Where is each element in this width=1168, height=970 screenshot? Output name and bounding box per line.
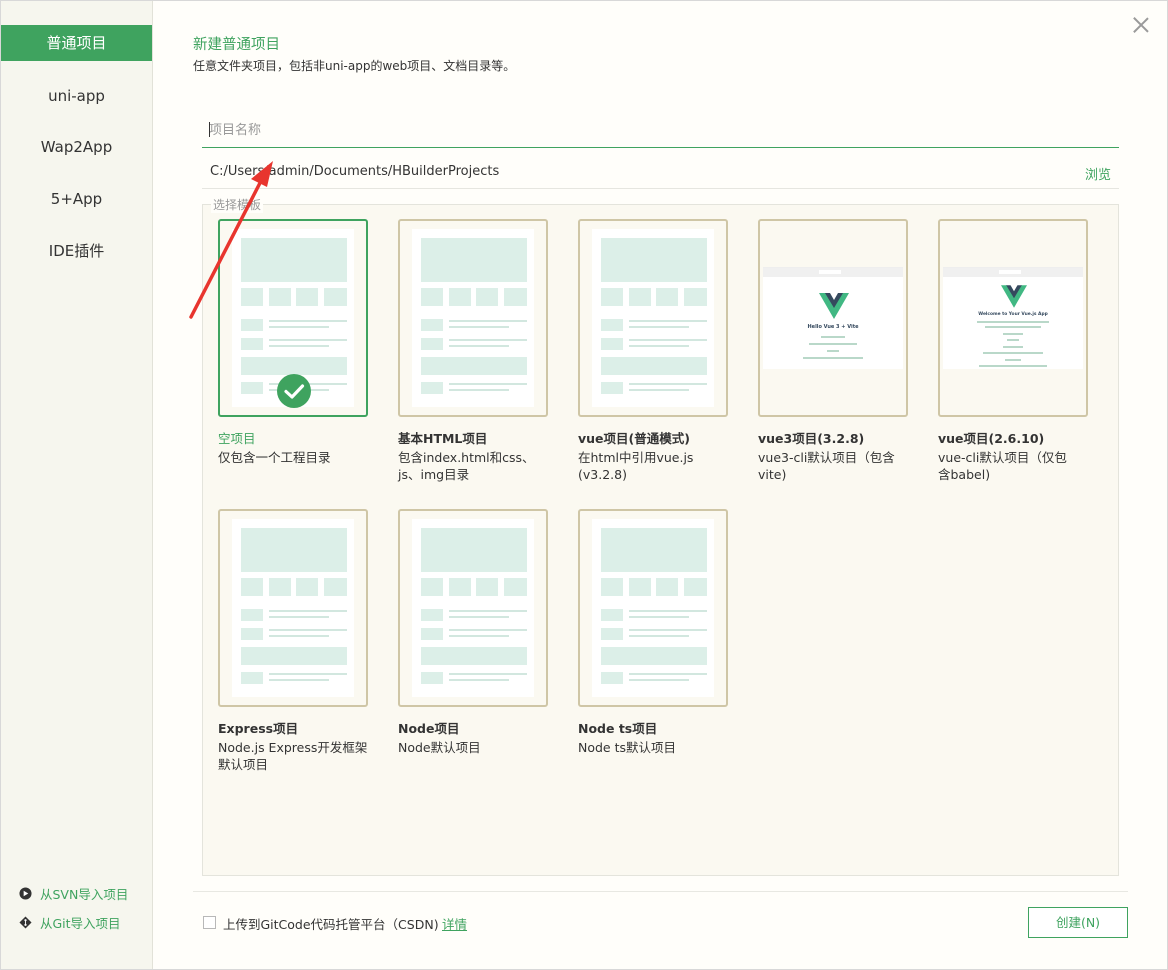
template-thumbnail (218, 509, 368, 707)
template-thumbnail (398, 509, 548, 707)
template-desc: 仅包含一个工程目录 (218, 450, 331, 465)
sidebar-item-wap2app[interactable]: Wap2App (1, 129, 152, 165)
template-title: Node项目 (398, 721, 460, 736)
template-desc: 包含index.html和css、js、img目录 (398, 450, 535, 482)
template-title: 空项目 (218, 431, 256, 446)
template-thumbnail: Hello Vue 3 + Vite (758, 219, 908, 417)
details-link[interactable]: 详情 (442, 914, 467, 933)
template-title: Express项目 (218, 721, 299, 736)
sidebar-item-normal-project[interactable]: 普通项目 (1, 25, 152, 61)
template-title: vue项目(2.6.10) (938, 431, 1045, 446)
selected-check-icon (277, 374, 311, 408)
dialog-title: 新建普通项目 (193, 37, 280, 53)
sidebar-item-5plus-app[interactable]: 5+App (1, 181, 152, 217)
upload-gitcode-label: 上传到GitCode代码托管平台（CSDN) (223, 917, 439, 932)
template-desc: vue-cli默认项目（仅包含babel) (938, 450, 1067, 482)
project-name-input[interactable] (202, 113, 1119, 148)
new-project-dialog: 普通项目 uni-app Wap2App 5+App IDE插件 从SVN导入项… (0, 0, 1168, 970)
template-desc: vue3-cli默认项目（包含vite) (758, 450, 895, 482)
template-thumbnail (398, 219, 548, 417)
dialog-subtitle: 任意文件夹项目，包括非uni-app的web项目、文档目录等。 (193, 59, 516, 73)
sidebar-item-ide-plugin[interactable]: IDE插件 (1, 233, 152, 269)
import-from-git-link[interactable]: 从Git导入项目 (19, 913, 121, 932)
import-svn-label: 从SVN导入项目 (40, 887, 129, 902)
template-thumbnail (578, 219, 728, 417)
vue3-preview-screenshot: Hello Vue 3 + Vite (763, 267, 903, 369)
template-thumbnail (218, 219, 368, 417)
create-button[interactable]: 创建(N) (1028, 907, 1128, 938)
template-desc: 在html中引用vue.js (v3.2.8) (578, 450, 694, 482)
vue-logo-icon (1001, 285, 1027, 308)
template-title: vue项目(普通模式) (578, 431, 690, 446)
template-legend: 选择模板 (211, 196, 264, 213)
import-git-label: 从Git导入项目 (40, 916, 121, 931)
vue-preview-heading: Hello Vue 3 + Vite (807, 324, 859, 330)
close-icon[interactable] (1131, 15, 1151, 35)
project-path-field[interactable]: C:/Users/admin/Documents/HBuilderProject… (202, 156, 1119, 189)
text-caret (209, 122, 210, 137)
template-title: vue3项目(3.2.8) (758, 431, 865, 446)
sidebar: 普通项目 uni-app Wap2App 5+App IDE插件 从SVN导入项… (1, 1, 153, 969)
vue-logo-icon (819, 293, 849, 319)
template-thumbnail: Welcome to Your Vue.js App (938, 219, 1088, 417)
svn-icon (19, 887, 32, 900)
upload-gitcode-checkbox[interactable] (203, 916, 216, 929)
git-icon (19, 916, 32, 929)
import-from-svn-link[interactable]: 从SVN导入项目 (19, 884, 128, 903)
template-desc: Node ts默认项目 (578, 740, 677, 755)
template-title: 基本HTML项目 (398, 431, 488, 446)
sidebar-item-uni-app[interactable]: uni-app (1, 78, 152, 114)
template-desc: Node.js Express开发框架默认项目 (218, 740, 368, 772)
template-thumbnail (578, 509, 728, 707)
vue-preview-heading: Welcome to Your Vue.js App (978, 312, 1048, 317)
template-desc: Node默认项目 (398, 740, 481, 755)
browse-button[interactable]: 浏览 (1085, 164, 1111, 183)
footer-divider (193, 891, 1128, 892)
vue2-preview-screenshot: Welcome to Your Vue.js App (943, 267, 1083, 369)
project-path-value: C:/Users/admin/Documents/HBuilderProject… (210, 164, 500, 179)
template-title: Node ts项目 (578, 721, 658, 736)
